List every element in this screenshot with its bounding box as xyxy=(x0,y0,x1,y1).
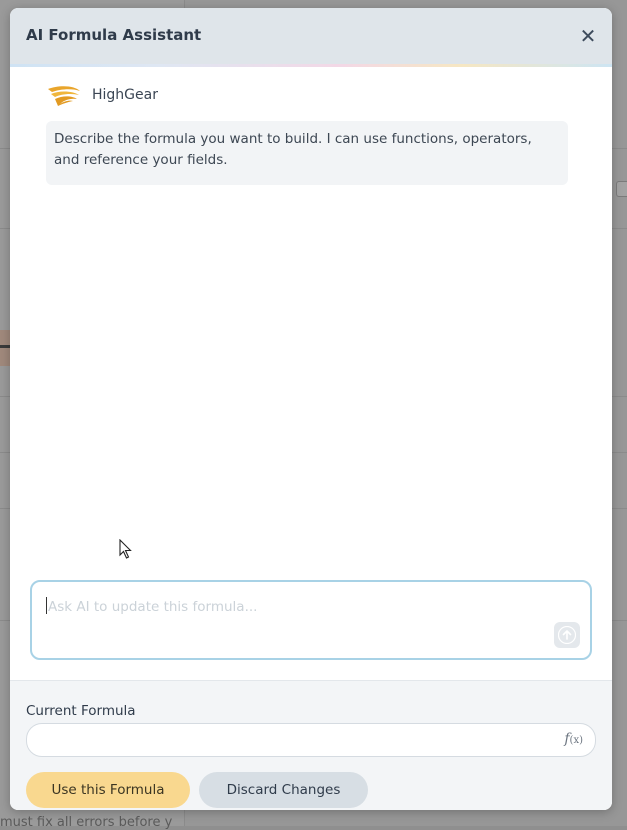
close-icon: ✕ xyxy=(579,24,597,48)
send-button[interactable] xyxy=(554,622,580,648)
ask-ai-input[interactable] xyxy=(46,594,550,620)
dialog-header: AI Formula Assistant ✕ xyxy=(10,8,612,64)
dialog-footer: Current Formula f(x) Use this Formula Di… xyxy=(10,680,612,810)
assistant-message: Describe the formula you want to build. … xyxy=(46,121,568,185)
assistant-name: HighGear xyxy=(92,87,158,103)
close-button[interactable]: ✕ xyxy=(576,24,600,48)
ai-formula-assistant-dialog: AI Formula Assistant ✕ HighGear Describe… xyxy=(10,8,612,810)
highgear-logo-icon xyxy=(48,86,80,106)
header-gradient-divider xyxy=(10,64,612,67)
text-caret xyxy=(46,597,47,614)
use-formula-button[interactable]: Use this Formula xyxy=(26,772,190,808)
background-checkbox xyxy=(616,181,627,197)
current-formula-field[interactable]: f(x) xyxy=(26,723,596,757)
arrow-up-icon xyxy=(558,626,576,644)
dialog-title: AI Formula Assistant xyxy=(26,26,202,44)
chat-input-container xyxy=(30,580,592,660)
background-error-text: must fix all errors before y xyxy=(0,815,173,830)
assistant-identity: HighGear xyxy=(46,82,158,108)
discard-changes-button[interactable]: Discard Changes xyxy=(199,772,368,808)
mouse-pointer-icon xyxy=(119,539,132,559)
current-formula-label: Current Formula xyxy=(26,703,136,719)
function-icon: f(x) xyxy=(564,731,583,747)
